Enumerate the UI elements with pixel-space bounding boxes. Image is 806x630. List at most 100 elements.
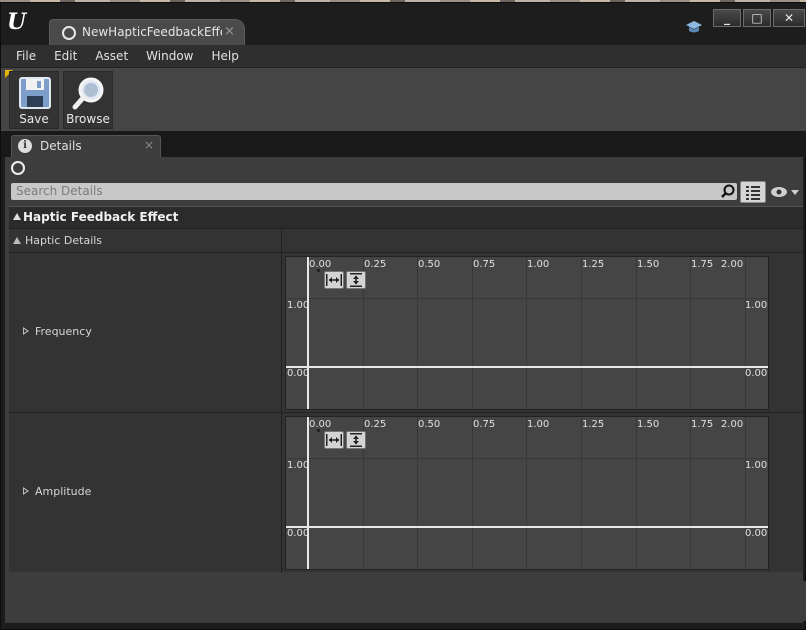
column-divider <box>281 413 282 573</box>
grid-line <box>417 257 418 409</box>
tab-close-icon[interactable]: × <box>224 24 235 39</box>
grid-line <box>526 257 527 409</box>
grid-line <box>286 458 768 459</box>
search-icon[interactable] <box>721 184 735 198</box>
menu-bar: File Edit Asset Window Help <box>1 45 806 67</box>
y-tick-label: 0.00 <box>745 528 768 539</box>
graduation-cap-icon[interactable] <box>685 19 703 35</box>
editor-window: U NewHapticFeedbackEffe* × _ □ ✕ File Ed… <box>0 2 806 630</box>
x-tick-label: 2.00 <box>721 419 744 430</box>
fit-vertical-button[interactable] <box>346 271 366 289</box>
curve-editor[interactable]: 0.00 0.25 0.50 0.75 1.00 1.25 1.50 1.75 2.00 1.00… <box>285 256 769 410</box>
grid-line <box>636 257 637 409</box>
menu-help[interactable]: Help <box>202 45 247 67</box>
x-tick-label: 1.75 <box>691 419 714 430</box>
property-name-cell: Frequency <box>9 253 281 413</box>
fit-horizontal-button[interactable] <box>324 271 344 289</box>
x-tick-label: 0.00 <box>309 259 332 270</box>
minimize-button[interactable]: _ <box>713 9 741 27</box>
key-marker <box>317 429 320 432</box>
asset-tab-title: NewHapticFeedbackEffe* <box>82 25 222 39</box>
fit-horizontal-icon <box>326 434 342 446</box>
info-icon: i <box>18 139 32 153</box>
save-label: Save <box>19 112 49 126</box>
details-tab-label: Details <box>40 139 82 153</box>
property-label: Frequency <box>35 325 92 338</box>
curve-line[interactable] <box>286 526 768 528</box>
collapse-arrow-icon <box>13 237 21 244</box>
grid-line <box>690 257 691 409</box>
time-axis-line <box>307 257 309 409</box>
fit-vertical-icon <box>350 273 362 287</box>
x-tick-label: 0.50 <box>418 419 441 430</box>
property-row-amplitude: Amplitude 0.00 0.25 0.50 0.75 1.00 1.25 1.50 1.… <box>9 412 803 573</box>
magnifier-icon <box>72 77 104 110</box>
x-tick-label: 0.25 <box>364 419 387 430</box>
x-tick-label: 1.50 <box>637 259 660 270</box>
fit-horizontal-icon <box>326 274 342 286</box>
x-tick-label: 0.75 <box>473 419 496 430</box>
y-tick-label: 0.00 <box>287 368 310 379</box>
grid-line <box>690 417 691 569</box>
expand-arrow-icon[interactable] <box>23 327 29 335</box>
fit-vertical-button[interactable] <box>346 431 366 449</box>
grid-line <box>472 257 473 409</box>
x-tick-label: 1.25 <box>582 259 605 270</box>
grid-line <box>472 417 473 569</box>
title-bar: U NewHapticFeedbackEffe* × _ □ ✕ <box>1 3 806 45</box>
property-row-frequency: Frequency 0.00 0.25 0.50 0.75 1.00 1.25 1.50 1.… <box>9 252 803 413</box>
details-tab[interactable]: i Details × <box>11 135 161 157</box>
menu-window[interactable]: Window <box>137 45 202 67</box>
x-tick-label: 1.75 <box>691 259 714 270</box>
column-divider <box>281 253 282 413</box>
fit-horizontal-button[interactable] <box>324 431 344 449</box>
grid-line <box>526 417 527 569</box>
x-tick-label: 0.50 <box>418 259 441 270</box>
menu-asset[interactable]: Asset <box>86 45 137 67</box>
browse-label: Browse <box>66 112 110 126</box>
asset-document-tab[interactable]: NewHapticFeedbackEffe* × <box>49 19 245 45</box>
curve-line[interactable] <box>286 366 768 368</box>
category-header[interactable]: Haptic Feedback Effect <box>9 206 803 228</box>
x-tick-label: 0.75 <box>473 259 496 270</box>
x-tick-label: 2.00 <box>721 259 744 270</box>
property-label: Amplitude <box>35 485 92 498</box>
asset-ring-icon <box>62 26 76 40</box>
browse-button[interactable]: Browse <box>63 71 113 129</box>
unreal-logo-icon[interactable]: U <box>7 9 31 35</box>
toolbar: Save Browse <box>1 67 806 131</box>
subcategory-header[interactable]: Haptic Details <box>9 228 803 253</box>
y-tick-label: 1.00 <box>745 460 768 471</box>
time-axis-line <box>307 417 309 569</box>
details-tab-close-icon[interactable]: × <box>144 138 154 152</box>
collapse-arrow-icon <box>13 213 21 220</box>
search-details-input[interactable]: Search Details <box>11 183 737 200</box>
window-controls: _ □ ✕ <box>713 9 805 27</box>
details-panel: Search Details Haptic Feedback Effect Ha… <box>5 157 806 623</box>
grid-line <box>581 417 582 569</box>
floppy-disk-icon <box>19 77 51 109</box>
column-divider <box>281 229 282 253</box>
subcategory-label: Haptic Details <box>25 234 103 247</box>
save-button[interactable]: Save <box>9 71 59 129</box>
expand-arrow-icon[interactable] <box>23 487 29 495</box>
menu-edit[interactable]: Edit <box>45 45 86 67</box>
category-label: Haptic Feedback Effect <box>23 210 179 224</box>
curve-editor[interactable]: 0.00 0.25 0.50 0.75 1.00 1.25 1.50 1.75 2.00 1.00… <box>285 416 769 570</box>
grid-icon <box>746 186 760 200</box>
x-tick-label: 1.00 <box>527 419 550 430</box>
property-matrix-button[interactable] <box>740 181 766 203</box>
grid-line <box>581 257 582 409</box>
maximize-button[interactable]: □ <box>743 9 771 27</box>
panel-footer <box>9 581 806 621</box>
menu-file[interactable]: File <box>7 45 45 67</box>
close-button[interactable]: ✕ <box>773 9 805 27</box>
grid-line <box>286 298 768 299</box>
view-options-eye-icon[interactable] <box>770 186 800 198</box>
grid-line <box>417 417 418 569</box>
lock-toggle-icon[interactable] <box>11 161 25 175</box>
y-tick-label: 1.00 <box>287 460 310 471</box>
x-tick-label: 0.00 <box>309 419 332 430</box>
search-placeholder: Search Details <box>16 184 103 198</box>
panel-tab-strip: i Details × <box>1 131 806 157</box>
